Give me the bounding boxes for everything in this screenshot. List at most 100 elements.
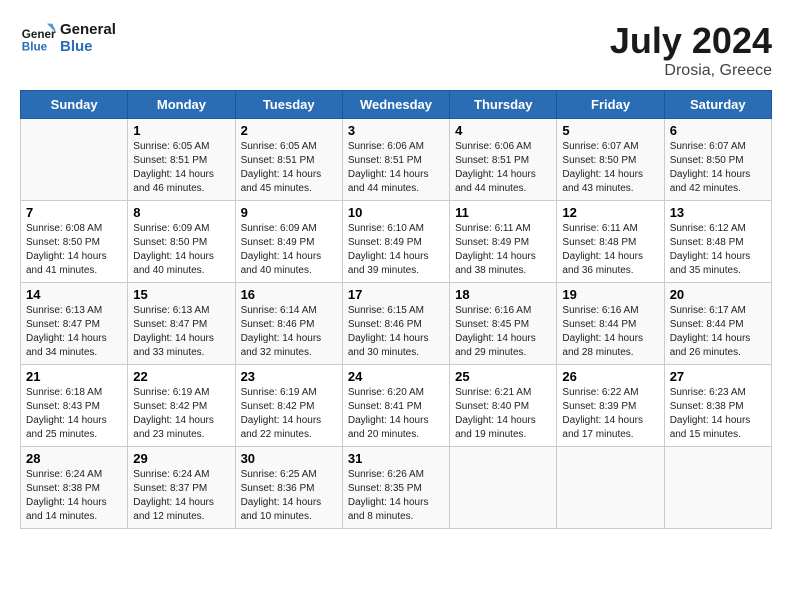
calendar-cell [557, 447, 664, 529]
day-info: Sunrise: 6:16 AM Sunset: 8:45 PM Dayligh… [455, 304, 551, 360]
day-number: 9 [241, 205, 337, 220]
location: Drosia, Greece [610, 62, 772, 80]
day-info: Sunrise: 6:09 AM Sunset: 8:49 PM Dayligh… [241, 222, 337, 278]
logo: General Blue General Blue [20, 20, 116, 56]
svg-text:Blue: Blue [22, 41, 48, 54]
calendar-cell: 27Sunrise: 6:23 AM Sunset: 8:38 PM Dayli… [664, 365, 771, 447]
calendar-week-row: 21 Sunrise: 6:18 AM Sunset: 8:43 PM Dayli… [21, 365, 772, 447]
calendar-cell: 3Sunrise: 6:06 AM Sunset: 8:51 PM Daylig… [342, 119, 449, 201]
day-number: 24 [348, 369, 444, 384]
day-info: Sunrise: 6:19 AM Sunset: 8:42 PM Dayligh… [241, 386, 337, 442]
calendar-cell: 26Sunrise: 6:22 AM Sunset: 8:39 PM Dayli… [557, 365, 664, 447]
calendar-week-row: 28Sunrise: 6:24 AM Sunset: 8:38 PM Dayli… [21, 447, 772, 529]
day-number: 28 [26, 451, 122, 466]
day-info: Sunrise: 6:22 AM Sunset: 8:39 PM Dayligh… [562, 386, 658, 442]
day-info: Sunrise: 6:25 AM Sunset: 8:36 PM Dayligh… [241, 468, 337, 524]
day-number: 15 [133, 287, 229, 302]
day-number: 6 [670, 123, 766, 138]
day-info: Sunrise: 6:09 AM Sunset: 8:50 PM Dayligh… [133, 222, 229, 278]
day-info: Sunrise: 6:20 AM Sunset: 8:41 PM Dayligh… [348, 386, 444, 442]
day-info: Sunrise: 6:05 AM Sunset: 8:51 PM Dayligh… [133, 140, 229, 196]
calendar-cell: 23 Sunrise: 6:19 AM Sunset: 8:42 PM Dayli… [235, 365, 342, 447]
day-number: 5 [562, 123, 658, 138]
calendar-week-row: 1 Sunrise: 6:05 AM Sunset: 8:51 PM Daylig… [21, 119, 772, 201]
day-info: Sunrise: 6:19 AM Sunset: 8:42 PM Dayligh… [133, 386, 229, 442]
day-info: Sunrise: 6:18 AM Sunset: 8:43 PM Dayligh… [26, 386, 122, 442]
day-number: 10 [348, 205, 444, 220]
calendar-cell: 14 Sunrise: 6:13 AM Sunset: 8:47 PM Dayli… [21, 283, 128, 365]
calendar-cell: 30Sunrise: 6:25 AM Sunset: 8:36 PM Dayli… [235, 447, 342, 529]
calendar-cell: 15 Sunrise: 6:13 AM Sunset: 8:47 PM Dayli… [128, 283, 235, 365]
calendar-cell: 25Sunrise: 6:21 AM Sunset: 8:40 PM Dayli… [450, 365, 557, 447]
calendar-cell: 12 Sunrise: 6:11 AM Sunset: 8:48 PM Dayli… [557, 201, 664, 283]
day-info: Sunrise: 6:05 AM Sunset: 8:51 PM Dayligh… [241, 140, 337, 196]
calendar-cell: 21 Sunrise: 6:18 AM Sunset: 8:43 PM Dayli… [21, 365, 128, 447]
calendar-cell: 1 Sunrise: 6:05 AM Sunset: 8:51 PM Daylig… [128, 119, 235, 201]
day-number: 3 [348, 123, 444, 138]
day-info: Sunrise: 6:24 AM Sunset: 8:37 PM Dayligh… [133, 468, 229, 524]
day-info: Sunrise: 6:26 AM Sunset: 8:35 PM Dayligh… [348, 468, 444, 524]
day-info: Sunrise: 6:08 AM Sunset: 8:50 PM Dayligh… [26, 222, 122, 278]
weekday-header: Sunday [21, 91, 128, 119]
day-number: 16 [241, 287, 337, 302]
day-info: Sunrise: 6:17 AM Sunset: 8:44 PM Dayligh… [670, 304, 766, 360]
day-number: 1 [133, 123, 229, 138]
calendar-cell: 8 Sunrise: 6:09 AM Sunset: 8:50 PM Daylig… [128, 201, 235, 283]
weekday-header: Friday [557, 91, 664, 119]
title-block: July 2024 Drosia, Greece [610, 20, 772, 80]
calendar-cell: 28Sunrise: 6:24 AM Sunset: 8:38 PM Dayli… [21, 447, 128, 529]
calendar-cell: 11 Sunrise: 6:11 AM Sunset: 8:49 PM Dayli… [450, 201, 557, 283]
calendar-cell: 19Sunrise: 6:16 AM Sunset: 8:44 PM Dayli… [557, 283, 664, 365]
day-info: Sunrise: 6:07 AM Sunset: 8:50 PM Dayligh… [670, 140, 766, 196]
calendar-table: SundayMondayTuesdayWednesdayThursdayFrid… [20, 90, 772, 529]
day-info: Sunrise: 6:06 AM Sunset: 8:51 PM Dayligh… [455, 140, 551, 196]
calendar-cell: 2Sunrise: 6:05 AM Sunset: 8:51 PM Daylig… [235, 119, 342, 201]
day-info: Sunrise: 6:07 AM Sunset: 8:50 PM Dayligh… [562, 140, 658, 196]
page-header: General Blue General Blue July 2024 Dros… [20, 20, 772, 80]
day-number: 12 [562, 205, 658, 220]
calendar-cell: 6 Sunrise: 6:07 AM Sunset: 8:50 PM Daylig… [664, 119, 771, 201]
day-number: 8 [133, 205, 229, 220]
day-number: 4 [455, 123, 551, 138]
day-info: Sunrise: 6:11 AM Sunset: 8:48 PM Dayligh… [562, 222, 658, 278]
day-number: 7 [26, 205, 122, 220]
calendar-cell [21, 119, 128, 201]
weekday-header: Thursday [450, 91, 557, 119]
calendar-cell: 13Sunrise: 6:12 AM Sunset: 8:48 PM Dayli… [664, 201, 771, 283]
day-number: 17 [348, 287, 444, 302]
day-number: 20 [670, 287, 766, 302]
day-number: 14 [26, 287, 122, 302]
calendar-cell: 29 Sunrise: 6:24 AM Sunset: 8:37 PM Dayli… [128, 447, 235, 529]
logo-line1: General [60, 21, 116, 38]
day-number: 29 [133, 451, 229, 466]
logo-line2: Blue [60, 38, 116, 55]
day-number: 31 [348, 451, 444, 466]
day-info: Sunrise: 6:15 AM Sunset: 8:46 PM Dayligh… [348, 304, 444, 360]
weekday-header-row: SundayMondayTuesdayWednesdayThursdayFrid… [21, 91, 772, 119]
calendar-cell: 17 Sunrise: 6:15 AM Sunset: 8:46 PM Dayli… [342, 283, 449, 365]
weekday-header: Tuesday [235, 91, 342, 119]
calendar-cell: 22 Sunrise: 6:19 AM Sunset: 8:42 PM Dayli… [128, 365, 235, 447]
calendar-cell [450, 447, 557, 529]
day-number: 13 [670, 205, 766, 220]
calendar-cell: 7 Sunrise: 6:08 AM Sunset: 8:50 PM Daylig… [21, 201, 128, 283]
day-number: 25 [455, 369, 551, 384]
day-info: Sunrise: 6:13 AM Sunset: 8:47 PM Dayligh… [26, 304, 122, 360]
calendar-week-row: 7 Sunrise: 6:08 AM Sunset: 8:50 PM Daylig… [21, 201, 772, 283]
day-number: 18 [455, 287, 551, 302]
calendar-cell: 31 Sunrise: 6:26 AM Sunset: 8:35 PM Dayli… [342, 447, 449, 529]
svg-text:General: General [22, 28, 56, 41]
day-number: 22 [133, 369, 229, 384]
day-info: Sunrise: 6:10 AM Sunset: 8:49 PM Dayligh… [348, 222, 444, 278]
day-number: 21 [26, 369, 122, 384]
calendar-cell [664, 447, 771, 529]
day-info: Sunrise: 6:13 AM Sunset: 8:47 PM Dayligh… [133, 304, 229, 360]
logo-icon: General Blue [20, 20, 56, 56]
day-info: Sunrise: 6:14 AM Sunset: 8:46 PM Dayligh… [241, 304, 337, 360]
calendar-cell: 20 Sunrise: 6:17 AM Sunset: 8:44 PM Dayli… [664, 283, 771, 365]
day-number: 23 [241, 369, 337, 384]
day-info: Sunrise: 6:16 AM Sunset: 8:44 PM Dayligh… [562, 304, 658, 360]
calendar-cell: 9 Sunrise: 6:09 AM Sunset: 8:49 PM Daylig… [235, 201, 342, 283]
day-info: Sunrise: 6:11 AM Sunset: 8:49 PM Dayligh… [455, 222, 551, 278]
day-number: 11 [455, 205, 551, 220]
